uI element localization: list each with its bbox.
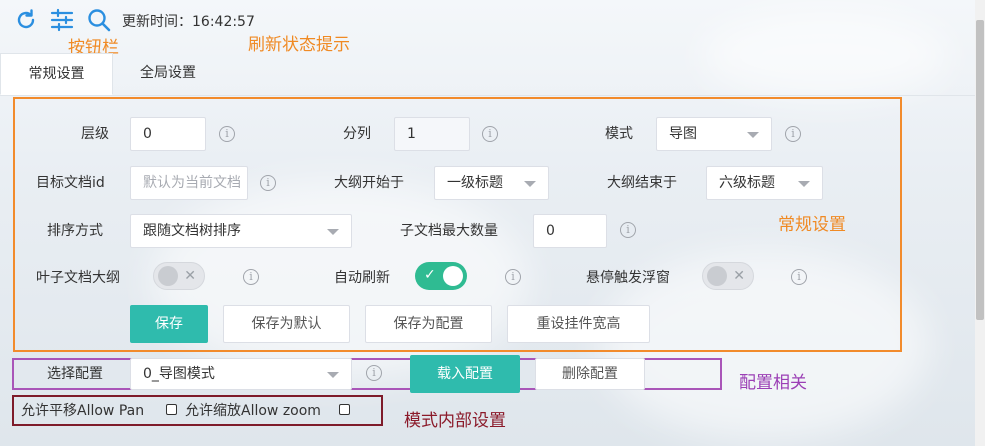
scrollbar-thumb[interactable] [976,20,984,320]
select-config-label: 选择配置 [47,366,103,382]
save-button[interactable]: 保存 [130,305,208,343]
mode-info-icon[interactable]: i [785,126,801,142]
sort-select-value: 跟随文档树排序 [143,223,241,239]
check-icon: ✓ [424,267,436,283]
chevron-down-icon [798,181,810,187]
level-input[interactable]: 0 [130,117,206,151]
max-children-label: 子文档最大数量 [400,223,498,239]
target-doc-info-icon[interactable]: i [260,175,276,191]
annotation-config-related: 配置相关 [739,373,807,393]
sort-select[interactable]: 跟随文档树排序 [130,214,352,248]
outline-start-select[interactable]: 一级标题 [434,166,549,200]
save-as-default-button[interactable]: 保存为默认 [223,305,350,343]
close-icon: ✕ [184,268,196,284]
allow-pan-label: 允许平移Allow Pan [21,403,145,419]
hover-popup-info-icon[interactable]: i [791,269,807,285]
sliders-icon[interactable] [50,8,74,32]
target-doc-label: 目标文档id [36,175,105,191]
outline-end-label: 大纲结束于 [607,175,677,191]
save-as-config-button[interactable]: 保存为配置 [365,305,492,343]
level-label: 层级 [81,126,109,142]
chevron-down-icon [747,132,759,138]
leaf-outline-switch[interactable]: ✕ [153,262,205,290]
allow-zoom-checkbox[interactable] [339,404,350,415]
switch-knob [158,266,178,286]
tab-global-settings[interactable]: 全局设置 [113,53,223,95]
sort-label: 排序方式 [47,223,103,239]
config-select-value: 0_导图模式 [143,366,215,382]
max-children-input[interactable]: 0 [533,214,607,248]
columns-info-icon[interactable]: i [482,126,498,142]
max-children-info-icon[interactable]: i [620,222,636,238]
columns-label: 分列 [343,126,371,142]
auto-refresh-info-icon[interactable]: i [505,269,521,285]
tab-bar: 常规设置 全局设置 [0,53,985,96]
mode-select[interactable]: 导图 [656,117,772,151]
hover-popup-switch[interactable]: ✕ [702,262,754,290]
reset-widget-size-button[interactable]: 重设挂件宽高 [507,305,650,343]
switch-knob [443,266,463,286]
refresh-status-text: 更新时间：16:42:57 [122,14,255,30]
annotation-refresh-status: 刷新状态提示 [248,35,350,55]
chevron-down-icon [327,229,339,235]
load-config-button[interactable]: 载入配置 [410,355,520,393]
leaf-outline-label: 叶子文档大纲 [36,270,120,286]
tab-general-settings[interactable]: 常规设置 [0,53,113,95]
outline-start-label: 大纲开始于 [334,175,404,191]
annotation-general-settings: 常规设置 [778,215,846,235]
allow-zoom-label: 允许缩放Allow zoom [185,403,321,419]
allow-pan-checkbox[interactable] [166,404,177,415]
delete-config-button[interactable]: 删除配置 [535,358,645,390]
mode-select-value: 导图 [669,126,697,142]
mode-label: 模式 [605,126,633,142]
annotation-mode-internal: 模式内部设置 [404,411,506,431]
auto-refresh-label: 自动刷新 [334,270,390,286]
chevron-down-icon [327,372,339,378]
refresh-icon[interactable] [14,8,38,32]
level-info-icon[interactable]: i [219,126,235,142]
switch-knob [707,266,727,286]
outline-end-value: 六级标题 [719,175,775,191]
chevron-down-icon [524,181,536,187]
hover-popup-label: 悬停触发浮窗 [586,270,670,286]
outline-end-select[interactable]: 六级标题 [706,166,823,200]
outline-start-value: 一级标题 [447,175,503,191]
target-doc-input[interactable]: 默认为当前文档 [130,166,248,200]
auto-refresh-switch[interactable]: ✓ [415,262,467,290]
leaf-outline-info-icon[interactable]: i [243,269,259,285]
columns-input[interactable]: 1 [394,117,470,151]
search-icon[interactable] [87,8,111,32]
close-icon: ✕ [733,268,745,284]
config-info-icon[interactable]: i [366,365,382,381]
config-select[interactable]: 0_导图模式 [130,358,352,390]
